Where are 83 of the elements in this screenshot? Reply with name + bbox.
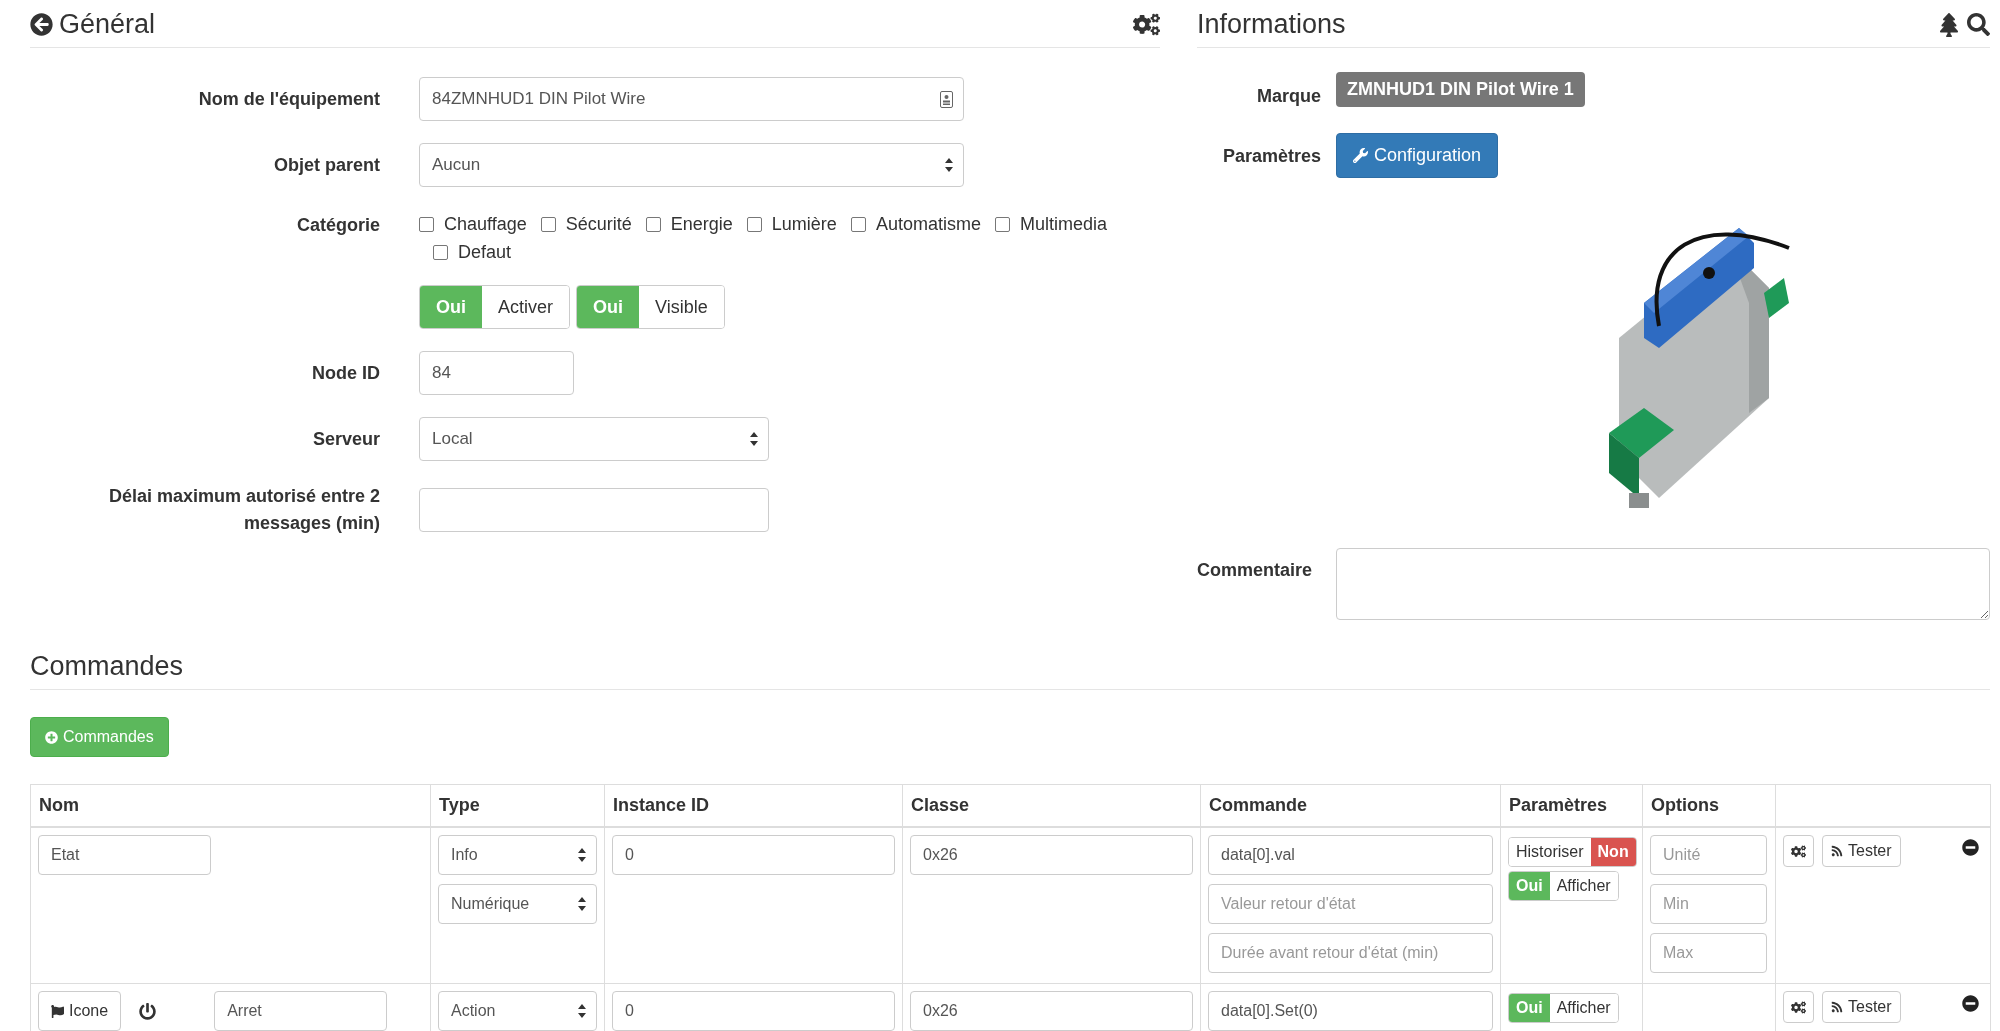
input-field[interactable]: data[0].Set(0) — [1208, 991, 1493, 1031]
toggle-state[interactable]: Non — [1590, 838, 1636, 866]
checkbox-label: Sécurité — [565, 213, 632, 235]
checkbox[interactable] — [850, 216, 866, 232]
search-icon[interactable] — [1967, 13, 1990, 36]
plus-icon — [45, 730, 58, 744]
input-field[interactable]: Valeur retour d'état — [1208, 884, 1493, 924]
field-label: Catégorie — [295, 214, 380, 237]
configuration-button[interactable]: Configuration — [1336, 133, 1499, 178]
settings-icon — [1791, 999, 1806, 1015]
checkbox[interactable] — [419, 216, 434, 232]
field-label: Paramètres — [1221, 144, 1321, 168]
field-label: Serveur — [311, 427, 380, 451]
input-field[interactable]: Unité — [1650, 835, 1767, 875]
input-field[interactable]: 84ZMNHUD1 DIN Pilot Wire — [419, 77, 964, 121]
select-arrows-icon — [578, 897, 586, 911]
section-title: Informations — [1197, 9, 1346, 40]
checkbox-label: Lumière — [771, 213, 837, 235]
wrench-icon — [1353, 148, 1368, 163]
rss-icon — [1831, 845, 1843, 857]
column-header: Commande — [1200, 784, 1501, 827]
select-arrows-icon — [578, 848, 586, 862]
section-title: Général — [59, 9, 156, 40]
input-field[interactable]: Min — [1650, 884, 1767, 924]
power-icon — [139, 1002, 157, 1020]
comment-field[interactable] — [1336, 548, 1990, 620]
checkbox-label: Chauffage — [444, 213, 527, 235]
checkbox-label: Energie — [670, 213, 733, 235]
select-field[interactable]: Info — [438, 835, 597, 875]
column-header: Options — [1642, 784, 1776, 827]
test-button[interactable]: Tester — [1822, 991, 1901, 1023]
test-button[interactable]: Tester — [1822, 835, 1901, 867]
remove-icon[interactable] — [1962, 839, 1979, 856]
field-label: Node ID — [311, 361, 380, 385]
back-icon[interactable] — [30, 13, 53, 36]
input-field[interactable]: Etat — [38, 835, 211, 875]
field-label: Délai maximum autorisé entre 2 messages (min) — [107, 485, 380, 535]
checkbox[interactable] — [994, 216, 1010, 232]
select-arrows-icon — [750, 432, 758, 446]
select-field[interactable]: Local — [419, 417, 769, 461]
input-field[interactable]: Durée avant retour d'état (min) — [1208, 933, 1493, 973]
field-label: Nom de l'équipement — [197, 87, 380, 111]
select-field[interactable]: Aucun — [419, 143, 964, 187]
input-field[interactable]: 0 — [612, 991, 895, 1031]
input-field[interactable]: 0x26 — [910, 835, 1193, 875]
icon-button[interactable]: Icone — [38, 991, 122, 1031]
checkbox-label: Multimedia — [1019, 213, 1107, 235]
flag-icon — [51, 1004, 64, 1018]
settings-icon[interactable] — [1133, 11, 1160, 38]
select-arrows-icon — [578, 1004, 586, 1018]
field-label: Commentaire — [1197, 559, 1314, 582]
select-arrows-icon — [945, 158, 953, 172]
rss-icon — [1831, 1001, 1843, 1013]
select-field[interactable]: Action — [438, 991, 597, 1031]
settings-button[interactable] — [1783, 991, 1814, 1023]
checkbox[interactable] — [645, 216, 661, 232]
column-header: Paramètres — [1500, 784, 1643, 827]
field-label: Marque — [1256, 85, 1321, 108]
column-header: Nom — [30, 784, 431, 827]
column-header: Instance ID — [604, 784, 903, 827]
select-field[interactable]: Numérique — [438, 884, 597, 924]
checkbox[interactable] — [540, 216, 556, 232]
remove-icon[interactable] — [1962, 995, 1979, 1012]
input-field[interactable]: Arret — [214, 991, 388, 1031]
field-label: Objet parent — [273, 153, 380, 177]
input-field[interactable]: Max — [1650, 933, 1767, 973]
checkbox[interactable] — [746, 216, 762, 232]
brand-badge: ZMNHUD1 DIN Pilot Wire 1 — [1336, 71, 1585, 107]
checkbox-label: Defaut — [458, 241, 512, 263]
input-field[interactable] — [419, 488, 769, 532]
settings-button[interactable] — [1783, 835, 1814, 867]
checkbox-label: Automatisme — [875, 213, 981, 235]
input-field[interactable]: 0 — [612, 835, 895, 875]
tree-icon[interactable] — [1937, 12, 1961, 37]
column-header: Type — [430, 784, 605, 827]
contact-card-icon — [940, 90, 953, 108]
input-field[interactable]: 84 — [419, 351, 574, 395]
input-field[interactable]: data[0].val — [1208, 835, 1493, 875]
column-header: Classe — [902, 784, 1201, 827]
settings-icon — [1791, 843, 1806, 859]
checkbox[interactable] — [433, 244, 448, 260]
section-title: Commandes — [30, 651, 184, 682]
input-field[interactable]: 0x26 — [910, 991, 1193, 1031]
